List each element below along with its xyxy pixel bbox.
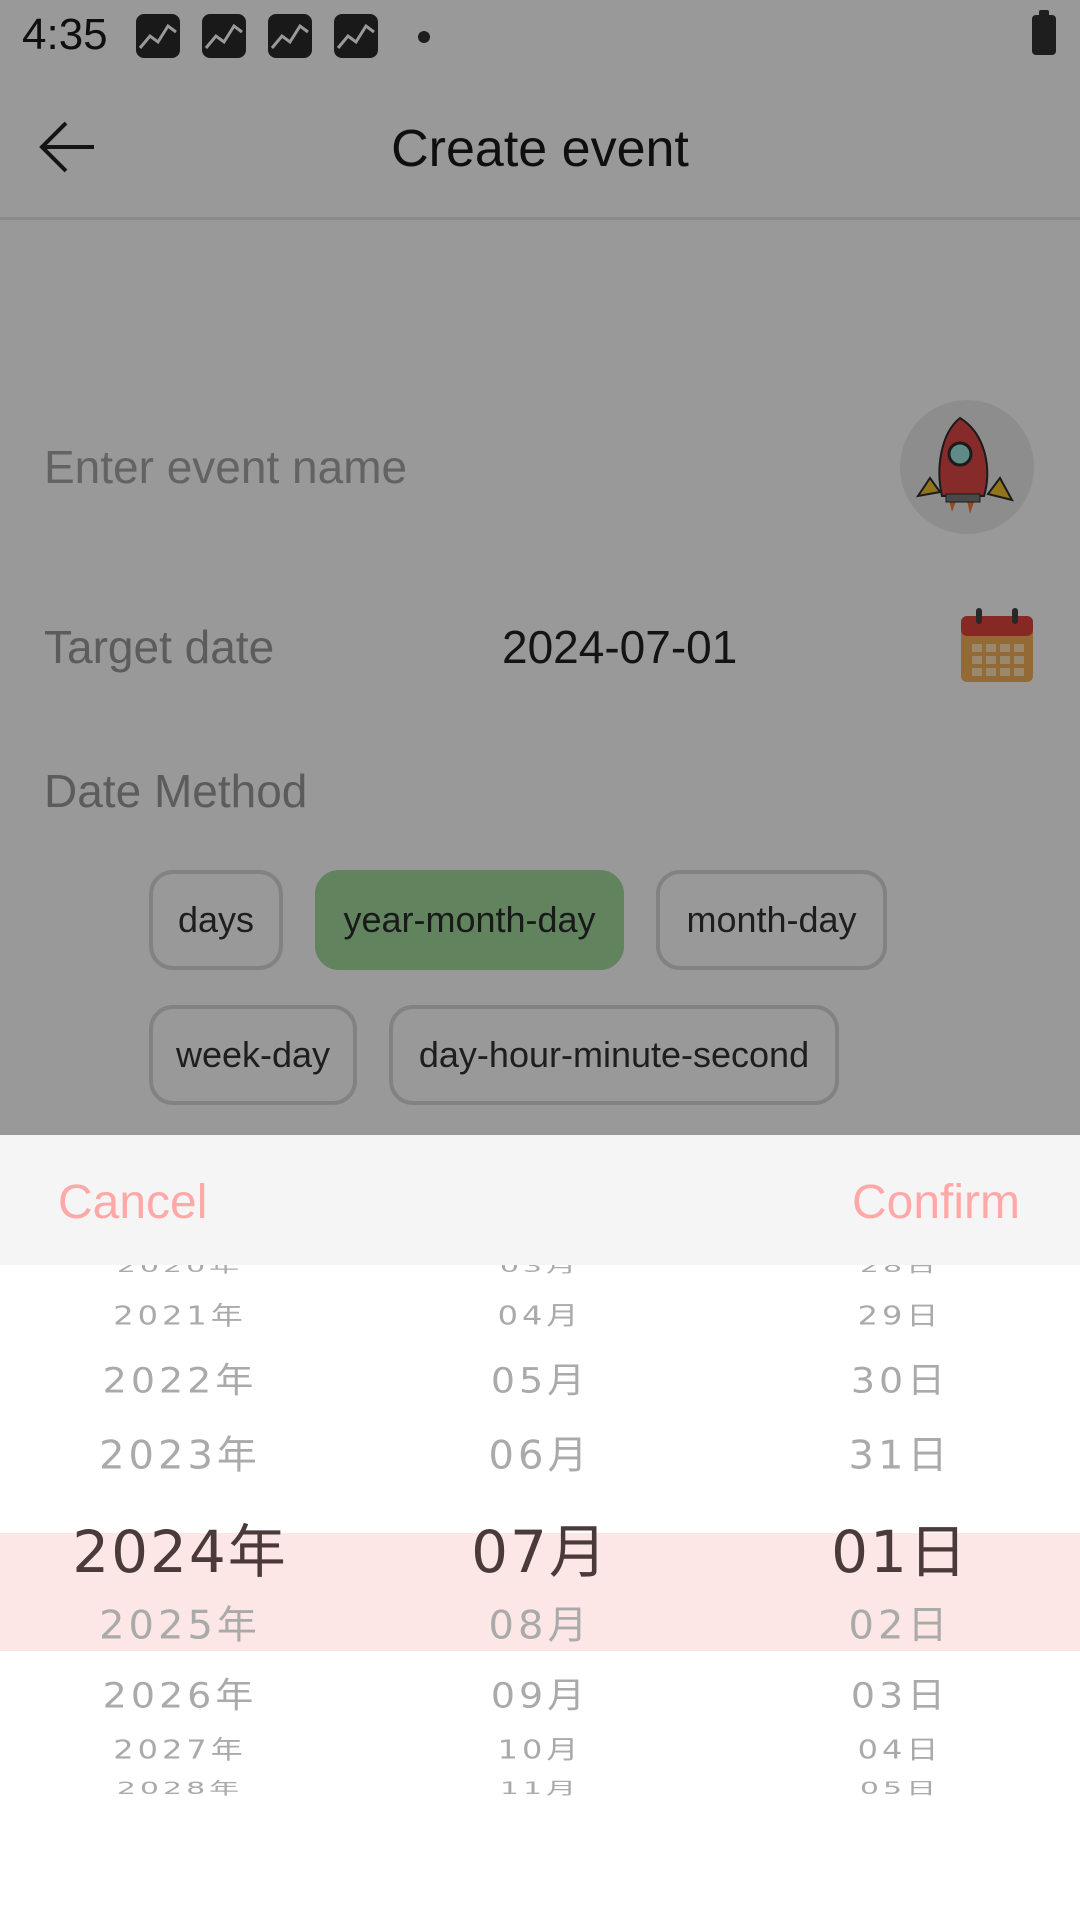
- picker-item[interactable]: 2028年: [0, 1775, 360, 1799]
- picker-selected-item[interactable]: 2024年: [0, 1505, 360, 1589]
- year-wheel[interactable]: 2020年 2021年 2022年 2023年 2024年 2025年 2026年 2027年…: [0, 1265, 360, 1920]
- modal-dim-overlay[interactable]: [0, 0, 1080, 1135]
- picker-item[interactable]: 08月: [360, 1594, 720, 1651]
- picker-item[interactable]: 28日: [720, 1265, 1080, 1277]
- picker-item[interactable]: 03月: [360, 1265, 720, 1277]
- picker-item[interactable]: 2021年: [0, 1296, 360, 1333]
- scroll-artifact: [788, 1825, 832, 1867]
- picker-item[interactable]: 31日: [720, 1424, 1080, 1481]
- confirm-button[interactable]: Confirm: [852, 1175, 1020, 1230]
- picker-toolbar: Cancel Confirm: [0, 1135, 1080, 1265]
- picker-item[interactable]: 29日: [720, 1296, 1080, 1333]
- cancel-button[interactable]: Cancel: [58, 1175, 207, 1230]
- picker-item[interactable]: 05日: [720, 1775, 1080, 1799]
- picker-item[interactable]: 2020年: [0, 1265, 360, 1277]
- picker-item[interactable]: 04月: [360, 1296, 720, 1333]
- create-event-page: 4:35 Create event Enter event name Targe…: [0, 0, 1080, 1135]
- picker-item[interactable]: 2025年: [0, 1594, 360, 1651]
- scroll-artifact: [520, 1833, 562, 1875]
- picker-item[interactable]: 04日: [720, 1730, 1080, 1767]
- picker-item[interactable]: 06月: [360, 1424, 720, 1481]
- picker-item[interactable]: 2026年: [0, 1667, 360, 1718]
- picker-item[interactable]: 30日: [720, 1352, 1080, 1403]
- picker-item[interactable]: 2022年: [0, 1352, 360, 1403]
- picker-item[interactable]: 10月: [360, 1730, 720, 1767]
- picker-item[interactable]: 11月: [360, 1775, 720, 1799]
- picker-item[interactable]: 05月: [360, 1352, 720, 1403]
- scroll-artifact: [262, 1827, 288, 1871]
- month-wheel[interactable]: 03月 04月 05月 06月 07月 08月 09月 10月 11月: [360, 1265, 720, 1920]
- picker-selected-item[interactable]: 07月: [360, 1505, 720, 1589]
- date-picker-sheet: Cancel Confirm 2020年 2021年 2022年 2023年 2024年…: [0, 1135, 1080, 1920]
- day-wheel[interactable]: 28日 29日 30日 31日 01日 02日 03日 04日 05日: [720, 1265, 1080, 1920]
- picker-item[interactable]: 03日: [720, 1667, 1080, 1718]
- picker-item[interactable]: 09月: [360, 1667, 720, 1718]
- picker-selected-item[interactable]: 01日: [720, 1505, 1080, 1589]
- picker-item[interactable]: 2023年: [0, 1424, 360, 1481]
- picker-item[interactable]: 02日: [720, 1594, 1080, 1651]
- picker-item[interactable]: 2027年: [0, 1730, 360, 1767]
